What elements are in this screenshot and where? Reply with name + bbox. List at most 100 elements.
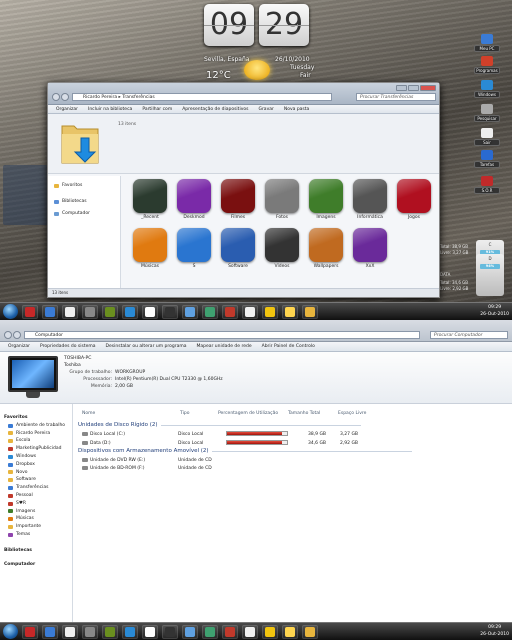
taskbar-app-button[interactable] <box>222 304 238 319</box>
taskbar-app-button[interactable] <box>262 304 278 319</box>
taskbar-app-button[interactable] <box>22 304 38 319</box>
taskbar-app-button[interactable] <box>142 624 158 639</box>
nav-item[interactable]: Temas <box>0 531 72 539</box>
taskbar-app-button[interactable] <box>142 304 158 319</box>
nav-item[interactable]: S♥R <box>0 500 72 508</box>
taskbar-app-button[interactable] <box>62 304 78 319</box>
back-button[interactable] <box>4 331 12 339</box>
folder-item[interactable]: Vídeos <box>260 228 304 269</box>
gadget-3[interactable]: Pesquisar <box>470 104 504 122</box>
gadget-2[interactable]: Windows <box>470 80 504 98</box>
folder-item[interactable]: Wallpapers <box>304 228 348 269</box>
nav-item[interactable]: Escola <box>0 437 72 445</box>
taskbar-app-button[interactable] <box>162 304 178 319</box>
nav-item[interactable]: Músicas <box>0 515 72 523</box>
drive-row[interactable]: Unidade de DVD RW (E:) Unidade de CD <box>82 457 502 465</box>
back-button[interactable] <box>52 93 60 101</box>
gadget-0[interactable]: Meu PC <box>470 34 504 52</box>
nav-item[interactable]: Bibliotecas <box>48 196 120 208</box>
title-bar[interactable]: Computador Procurar Computador <box>0 320 512 342</box>
group-hard-drives[interactable]: Unidades de Disco Rígido (2) <box>78 422 359 428</box>
search-input[interactable]: Procurar Transferências <box>356 93 436 101</box>
folder-item[interactable]: Filmes <box>216 179 260 220</box>
breadcrumb-user[interactable]: Ricardo Pereira <box>83 95 117 100</box>
nav-item[interactable]: Pessoal <box>0 492 72 500</box>
cmd-map-network-drive[interactable]: Mapear unidade de rede <box>196 344 251 349</box>
nav-item[interactable]: Dropbox <box>0 461 72 469</box>
folder-item[interactable]: Fotos <box>260 179 304 220</box>
taskbar-app-button[interactable] <box>122 624 138 639</box>
nav-item[interactable]: Favoritos <box>48 180 120 192</box>
cmd-organize[interactable]: Organizar <box>8 344 30 349</box>
taskbar-app-button[interactable] <box>82 624 98 639</box>
nav-item[interactable]: Software <box>0 476 72 484</box>
breadcrumb-computer[interactable]: Computador <box>35 333 63 338</box>
folder-item[interactable]: _Recent <box>128 179 172 220</box>
computer-window[interactable]: Computador Procurar Computador Organizar… <box>0 320 512 640</box>
folder-item[interactable]: Deskmod <box>172 179 216 220</box>
col-usage[interactable]: Percentagem de Utilização <box>218 411 278 416</box>
cmd-organize[interactable]: Organizar <box>56 107 78 112</box>
folder-item[interactable]: Imagens <box>304 179 348 220</box>
nav-item[interactable]: Novo <box>0 469 72 477</box>
taskbar-app-button[interactable] <box>162 624 178 639</box>
col-name[interactable]: Nome <box>82 411 95 416</box>
forward-button[interactable] <box>13 331 21 339</box>
nav-favorites[interactable]: Favoritos <box>0 414 72 422</box>
col-free[interactable]: Espaço Livre <box>338 411 366 416</box>
group-removable[interactable]: Dispositivos com Armazenamento Amovível … <box>78 448 411 454</box>
taskbar-app-button[interactable] <box>102 304 118 319</box>
taskbar-app-button[interactable] <box>262 624 278 639</box>
close-button[interactable] <box>420 85 436 91</box>
start-button[interactable] <box>3 624 18 639</box>
drive-row[interactable]: Unidade de BD-ROM (F:) Unidade de CD <box>82 465 502 473</box>
gadget-5[interactable]: Tarefas <box>470 150 504 168</box>
transferencias-window[interactable]: Ricardo Pereira ▸ Transferências Procura… <box>47 82 440 298</box>
taskbar-clock[interactable]: 09:29 26-Out-2010 <box>480 624 509 638</box>
folder-item[interactable]: Informática <box>348 179 392 220</box>
gadget-6[interactable]: S.O.R <box>470 176 504 194</box>
taskbar-app-button[interactable] <box>82 304 98 319</box>
nav-item[interactable]: Importante <box>0 523 72 531</box>
cmd-slideshow[interactable]: Apresentação de diapositivos <box>182 107 248 112</box>
nav-libraries[interactable]: Bibliotecas <box>0 547 72 555</box>
forward-button[interactable] <box>61 93 69 101</box>
taskbar-app-button[interactable] <box>282 304 298 319</box>
nav-item[interactable]: Ricardo Pereira <box>0 430 72 438</box>
taskbar-app-button[interactable] <box>242 624 258 639</box>
nav-item[interactable]: Windows <box>0 453 72 461</box>
cmd-uninstall[interactable]: Desinstalar ou alterar um programa <box>106 344 187 349</box>
address-bar[interactable]: Ricardo Pereira ▸ Transferências <box>72 93 332 101</box>
gadget-1[interactable]: Programas <box>470 56 504 74</box>
taskbar-app-button[interactable] <box>62 624 78 639</box>
start-button[interactable] <box>3 304 18 319</box>
taskbar-app-button[interactable] <box>182 624 198 639</box>
taskbar-app-button[interactable] <box>22 624 38 639</box>
taskbar-app-button[interactable] <box>222 624 238 639</box>
taskbar-app-button[interactable] <box>102 624 118 639</box>
taskbar-app-button[interactable] <box>202 304 218 319</box>
address-bar[interactable]: Computador <box>24 331 420 339</box>
cmd-new-folder[interactable]: Nova pasta <box>284 107 309 112</box>
breadcrumb-folder[interactable]: Transferências <box>122 95 154 100</box>
nav-item[interactable]: Transferências <box>0 484 72 492</box>
cmd-system-properties[interactable]: Propriedades do sistema <box>40 344 96 349</box>
taskbar-app-button[interactable] <box>122 304 138 319</box>
taskbar-app-button[interactable] <box>302 304 318 319</box>
search-input[interactable]: Procurar Computador <box>430 331 508 339</box>
folder-item[interactable]: Software <box>216 228 260 269</box>
taskbar-app-button[interactable] <box>42 624 58 639</box>
taskbar-app-button[interactable] <box>42 304 58 319</box>
drive-row[interactable]: Disco Local (C:) Disco Local 38,9 GB 3,27 G… <box>82 431 502 439</box>
cmd-control-panel[interactable]: Abrir Painel de Controlo <box>262 344 315 349</box>
taskbar-app-button[interactable] <box>282 624 298 639</box>
taskbar-clock[interactable]: 09:29 26-Out-2010 <box>480 304 509 318</box>
cmd-include-library[interactable]: Incluir na biblioteca <box>88 107 132 112</box>
folder-item[interactable]: S <box>172 228 216 269</box>
cmd-share[interactable]: Partilhar com <box>142 107 172 112</box>
nav-computer[interactable]: Computador <box>0 561 72 569</box>
col-type[interactable]: Tipo <box>180 411 189 416</box>
taskbar-app-button[interactable] <box>182 304 198 319</box>
taskbar-app-button[interactable] <box>202 624 218 639</box>
col-total[interactable]: Tamanho Total <box>288 411 320 416</box>
